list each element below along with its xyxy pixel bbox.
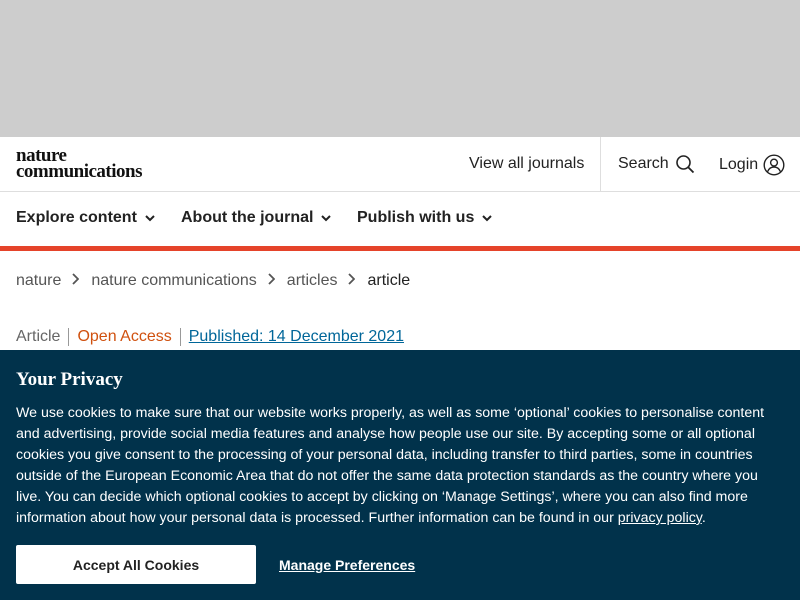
privacy-policy-link[interactable]: privacy policy xyxy=(618,510,702,526)
published-date-link[interactable]: Published: 14 December 2021 xyxy=(181,328,404,346)
chevron-right-icon xyxy=(348,272,356,290)
site-header: nature communications View all journals … xyxy=(0,137,800,192)
cookie-banner-trailing: . xyxy=(701,510,706,526)
nav-explore-content[interactable]: Explore content xyxy=(16,209,155,227)
chevron-down-icon xyxy=(482,214,493,222)
accent-bar xyxy=(0,246,800,251)
user-icon xyxy=(763,154,785,176)
chevron-down-icon xyxy=(321,214,332,222)
nav-about-the-journal[interactable]: About the journal xyxy=(181,209,332,227)
manage-preferences-button[interactable]: Manage Preferences xyxy=(279,557,415,573)
nav-item-label: Publish with us xyxy=(357,209,475,226)
open-access-badge: Open Access xyxy=(69,328,181,346)
search-button[interactable]: Search xyxy=(618,154,695,174)
nature-communications-logo[interactable]: nature communications xyxy=(16,146,143,182)
breadcrumb-articles[interactable]: articles xyxy=(287,272,338,290)
search-label: Search xyxy=(618,155,669,172)
nav-item-label: Explore content xyxy=(16,209,137,226)
cookie-banner-body: We use cookies to make sure that our web… xyxy=(16,405,765,526)
cookie-banner-title: Your Privacy xyxy=(16,369,123,390)
cookie-banner: Your Privacy We use cookies to make sure… xyxy=(0,350,800,600)
header-divider xyxy=(600,137,601,192)
article-meta: Article Open Access Published: 14 Decemb… xyxy=(16,328,404,346)
logo-line-2: communications xyxy=(16,161,143,182)
article-type: Article xyxy=(16,328,70,346)
login-button[interactable]: Login xyxy=(719,154,785,176)
breadcrumb-current: article xyxy=(367,272,411,289)
chevron-right-icon xyxy=(72,272,80,290)
breadcrumb: nature nature communications articles ar… xyxy=(16,272,410,290)
main-navigation: Explore content About the journal Publis… xyxy=(0,192,800,246)
chevron-down-icon xyxy=(145,214,155,222)
advertisement-slot xyxy=(0,0,800,137)
accept-all-cookies-button[interactable]: Accept All Cookies xyxy=(16,545,256,584)
login-label: Login xyxy=(719,156,759,173)
nav-item-label: About the journal xyxy=(181,209,314,226)
breadcrumb-nature-communications[interactable]: nature communications xyxy=(91,272,256,290)
cookie-banner-text: We use cookies to make sure that our web… xyxy=(16,403,786,529)
chevron-right-icon xyxy=(268,272,276,290)
breadcrumb-nature[interactable]: nature xyxy=(16,272,61,290)
nav-publish-with-us[interactable]: Publish with us xyxy=(357,209,493,227)
search-icon xyxy=(675,154,695,174)
view-all-journals-link[interactable]: View all journals xyxy=(469,155,584,173)
